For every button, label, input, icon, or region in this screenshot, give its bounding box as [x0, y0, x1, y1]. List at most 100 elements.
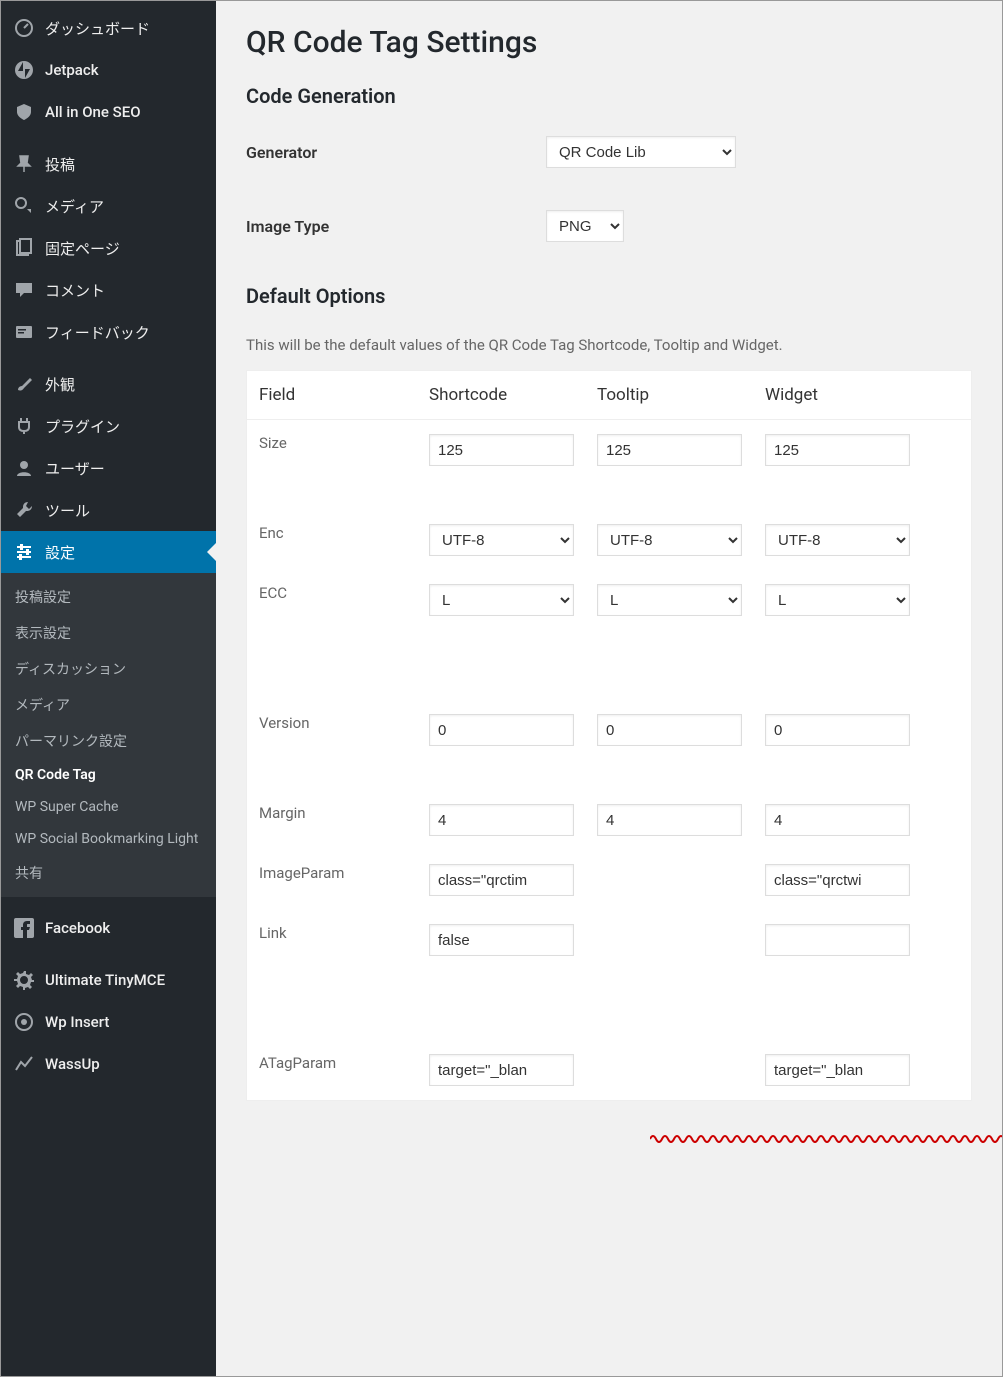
ecc-shortcode-select[interactable]: L: [429, 584, 574, 616]
sidebar-item-label: メディア: [45, 196, 104, 217]
brush-icon: [13, 373, 35, 395]
header-shortcode: Shortcode: [417, 371, 585, 419]
submenu-item-discussion[interactable]: ディスカッション: [1, 651, 216, 687]
sidebar-item-label: Wp Insert: [45, 1013, 109, 1031]
size-widget-input[interactable]: [765, 434, 910, 466]
sidebar-item-users[interactable]: ユーザー: [1, 447, 216, 489]
submenu-item-posts-settings[interactable]: 投稿設定: [1, 579, 216, 615]
feedback-icon: [13, 321, 35, 343]
wrench-icon: [13, 499, 35, 521]
sidebar-item-posts[interactable]: 投稿: [1, 143, 216, 185]
link-shortcode-input[interactable]: [429, 924, 574, 956]
default-options-description: This will be the default values of the Q…: [246, 336, 972, 354]
sidebar-item-comments[interactable]: コメント: [1, 269, 216, 311]
sidebar-item-label: 投稿: [45, 154, 75, 175]
default-options-table: Field Shortcode Tooltip Widget Size Enc …: [246, 370, 972, 1101]
sidebar-item-appearance[interactable]: 外観: [1, 363, 216, 405]
version-shortcode-input[interactable]: [429, 714, 574, 746]
margin-shortcode-input[interactable]: [429, 804, 574, 836]
sidebar-item-settings[interactable]: 設定: [1, 531, 216, 573]
ecc-widget-select[interactable]: L: [765, 584, 910, 616]
sidebar-item-label: プラグイン: [45, 416, 120, 437]
section-default-options: Default Options: [246, 284, 972, 308]
content-area: QR Code Tag Settings Code Generation Gen…: [216, 1, 1002, 1376]
comment-icon: [13, 279, 35, 301]
header-tooltip: Tooltip: [585, 371, 753, 419]
header-widget: Widget: [753, 371, 921, 419]
sidebar-item-pages[interactable]: 固定ページ: [1, 227, 216, 269]
submenu-item-qrcodetag[interactable]: QR Code Tag: [1, 759, 216, 791]
atagparam-shortcode-input[interactable]: [429, 1054, 574, 1086]
shield-icon: [13, 101, 35, 123]
plug-icon: [13, 415, 35, 437]
imagetype-select[interactable]: PNG: [546, 210, 624, 242]
submenu-item-wpsocial[interactable]: WP Social Bookmarking Light: [1, 823, 216, 855]
margin-tooltip-input[interactable]: [597, 804, 742, 836]
sidebar-item-label: Jetpack: [45, 61, 99, 79]
submenu-item-reading[interactable]: 表示設定: [1, 615, 216, 651]
version-widget-input[interactable]: [765, 714, 910, 746]
sidebar-item-label: Ultimate TinyMCE: [45, 971, 165, 989]
sidebar-item-label: コメント: [45, 280, 105, 301]
sidebar-item-facebook[interactable]: Facebook: [1, 907, 216, 949]
sidebar-item-label: All in One SEO: [45, 103, 141, 121]
sidebar-item-wpinsert[interactable]: Wp Insert: [1, 1001, 216, 1043]
enc-shortcode-select[interactable]: UTF-8: [429, 524, 574, 556]
sidebar-item-label: 外観: [45, 374, 75, 395]
sidebar-item-aioseo[interactable]: All in One SEO: [1, 91, 216, 133]
sidebar-item-label: WassUp: [45, 1055, 100, 1073]
size-tooltip-input[interactable]: [597, 434, 742, 466]
page-title: QR Code Tag Settings: [246, 25, 972, 60]
sidebar-item-feedback[interactable]: フィードバック: [1, 311, 216, 353]
version-tooltip-input[interactable]: [597, 714, 742, 746]
sidebar-item-label: Facebook: [45, 919, 110, 937]
gear-icon: [13, 969, 35, 991]
submenu-item-wpsupercache[interactable]: WP Super Cache: [1, 791, 216, 823]
row-label-imageparam: ImageParam: [247, 850, 417, 910]
annotation-wavy-underline: [650, 1133, 1002, 1145]
facebook-icon: [13, 917, 35, 939]
submenu-item-sharing[interactable]: 共有: [1, 855, 216, 891]
section-code-generation: Code Generation: [246, 84, 972, 108]
sidebar-item-wassup[interactable]: WassUp: [1, 1043, 216, 1085]
row-label-ecc: ECC: [247, 570, 417, 630]
row-label-link: Link: [247, 910, 417, 970]
header-field: Field: [247, 371, 417, 419]
sliders-icon: [13, 541, 35, 563]
pin-icon: [13, 153, 35, 175]
dashboard-icon: [13, 17, 35, 39]
enc-widget-select[interactable]: UTF-8: [765, 524, 910, 556]
jetpack-icon: [13, 59, 35, 81]
sidebar-item-dashboard[interactable]: ダッシュボード: [1, 7, 216, 49]
size-shortcode-input[interactable]: [429, 434, 574, 466]
sidebar-item-label: ダッシュボード: [45, 18, 150, 39]
sidebar-item-media[interactable]: メディア: [1, 185, 216, 227]
submenu-item-media[interactable]: メディア: [1, 687, 216, 723]
row-label-atagparam: ATagParam: [247, 1040, 417, 1100]
generator-label: Generator: [246, 143, 546, 162]
atagparam-widget-input[interactable]: [765, 1054, 910, 1086]
enc-tooltip-select[interactable]: UTF-8: [597, 524, 742, 556]
sidebar-item-label: フィードバック: [45, 322, 150, 343]
admin-sidebar: ダッシュボード Jetpack All in One SEO 投稿 メディア 固…: [1, 1, 216, 1376]
sidebar-item-label: 固定ページ: [45, 238, 120, 259]
sidebar-item-tools[interactable]: ツール: [1, 489, 216, 531]
sidebar-item-label: ツール: [45, 500, 90, 521]
imagetype-label: Image Type: [246, 217, 546, 236]
link-widget-input[interactable]: [765, 924, 910, 956]
imageparam-shortcode-input[interactable]: [429, 864, 574, 896]
gear-icon: [13, 1011, 35, 1033]
submenu-item-permalink[interactable]: パーマリンク設定: [1, 723, 216, 759]
sidebar-item-tinymce[interactable]: Ultimate TinyMCE: [1, 959, 216, 1001]
generator-select[interactable]: QR Code Lib: [546, 136, 736, 168]
margin-widget-input[interactable]: [765, 804, 910, 836]
row-label-size: Size: [247, 420, 417, 480]
sidebar-item-jetpack[interactable]: Jetpack: [1, 49, 216, 91]
chart-icon: [13, 1053, 35, 1075]
ecc-tooltip-select[interactable]: L: [597, 584, 742, 616]
imageparam-widget-input[interactable]: [765, 864, 910, 896]
settings-submenu: 投稿設定 表示設定 ディスカッション メディア パーマリンク設定 QR Code…: [1, 573, 216, 897]
sidebar-item-plugins[interactable]: プラグイン: [1, 405, 216, 447]
sidebar-item-label: 設定: [45, 542, 75, 563]
pages-icon: [13, 237, 35, 259]
